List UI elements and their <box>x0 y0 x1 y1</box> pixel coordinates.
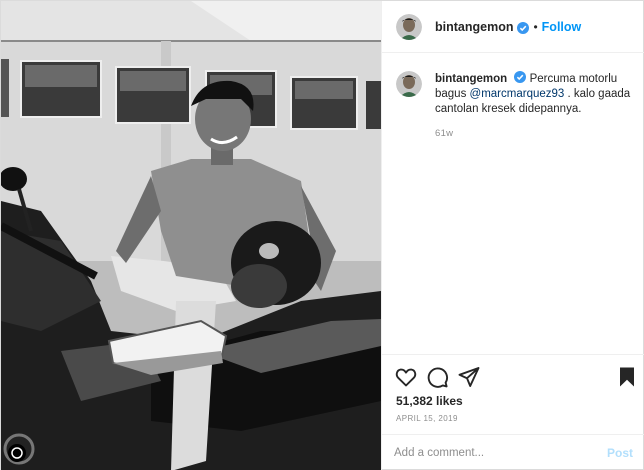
caption-avatar[interactable] <box>396 71 422 97</box>
likes-count[interactable]: 51,382 likes <box>396 394 463 408</box>
post-comment-button[interactable]: Post <box>607 446 633 460</box>
post-header: bintangemon • Follow <box>382 1 644 53</box>
bookmark-icon[interactable] <box>615 365 639 389</box>
header-separator: • <box>533 19 538 34</box>
comment-input[interactable] <box>394 446 607 459</box>
caption-verified-badge-icon <box>514 71 527 83</box>
follow-button[interactable]: Follow <box>542 20 582 34</box>
comment-bar: Post <box>382 434 644 470</box>
post-date[interactable]: APRIL 15, 2019 <box>396 414 458 423</box>
comment-icon[interactable] <box>425 365 449 389</box>
heart-icon[interactable] <box>394 365 418 389</box>
header-username[interactable]: bintangemon <box>435 20 513 34</box>
caption-time-ago[interactable]: 61w <box>435 128 453 139</box>
caption: bintangemon Percuma motorlu bagus @marcm… <box>396 71 636 117</box>
photo-illustration <box>1 1 381 470</box>
avatar[interactable] <box>396 13 422 40</box>
instagram-post: bintangemon • Follow bintangemon Percuma… <box>0 0 644 470</box>
share-icon[interactable] <box>457 365 481 389</box>
caption-mention-link[interactable]: @marcmarquez93 <box>470 88 565 100</box>
caption-username[interactable]: bintangemon <box>435 73 507 85</box>
caption-text: bintangemon Percuma motorlu bagus @marcm… <box>435 71 636 117</box>
post-side-panel: bintangemon • Follow bintangemon Percuma… <box>381 1 644 470</box>
action-bar <box>382 354 644 398</box>
post-photo[interactable] <box>1 1 381 470</box>
verified-badge-icon <box>517 21 530 34</box>
